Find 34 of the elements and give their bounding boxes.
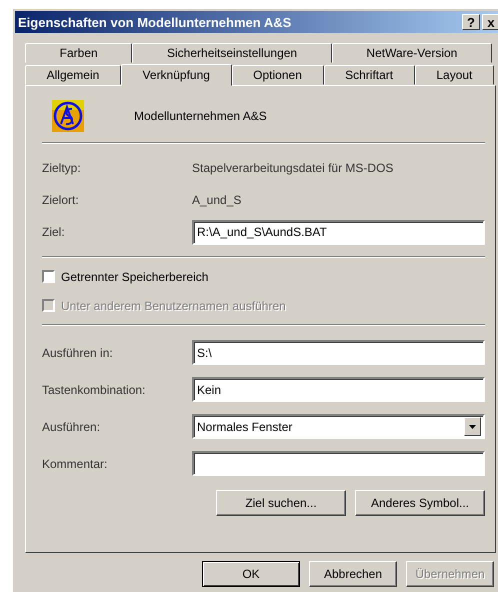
- target-label: Ziel:: [42, 225, 66, 239]
- field-label: Ausführen:: [42, 420, 102, 434]
- tab[interactable]: Verknüpfung: [120, 64, 232, 86]
- field-label: Kommentar:: [42, 456, 108, 470]
- action-button[interactable]: Ziel suchen...: [216, 490, 346, 516]
- tab[interactable]: Layout: [414, 65, 494, 85]
- input-field[interactable]: S:\: [192, 340, 485, 365]
- dialog-button[interactable]: OK: [202, 561, 300, 587]
- info-label: Zieltyp:: [42, 161, 82, 175]
- action-button[interactable]: Anderes Symbol...: [355, 490, 485, 516]
- checkbox-label: Unter anderem Benutzernamen ausführen: [61, 298, 286, 312]
- close-button[interactable]: x: [482, 14, 498, 30]
- tab[interactable]: Sicherheitseinstellungen: [132, 43, 332, 63]
- tab[interactable]: Schriftart: [324, 65, 415, 85]
- tab[interactable]: Farben: [25, 43, 132, 63]
- field-label: Ausführen in:: [42, 346, 114, 360]
- input-field[interactable]: Kein: [192, 377, 485, 402]
- dialog-button[interactable]: Abbrechen: [309, 561, 397, 587]
- info-label: Zielort:: [42, 193, 80, 207]
- window-dropdown[interactable]: Normales Fenster: [192, 414, 485, 439]
- checkbox-label: Getrennter Speicherbereich: [61, 270, 208, 284]
- info-value: Stapelverarbeitungsdatei für MS-DOS: [192, 161, 394, 175]
- tab[interactable]: NetWare-Version: [332, 43, 492, 63]
- field-label: Tastenkombination:: [42, 382, 146, 396]
- tab[interactable]: Allgemein: [25, 65, 121, 85]
- input-field[interactable]: [192, 451, 485, 476]
- tab[interactable]: Optionen: [232, 65, 324, 85]
- checkbox[interactable]: [42, 270, 55, 283]
- info-value: A_und_S: [192, 193, 242, 207]
- window-title: Eigenschaften von Modellunternehmen A&S: [18, 14, 292, 30]
- logo-icon: [52, 100, 84, 132]
- shortcut-name: Modellunternehmen A&S: [134, 109, 267, 123]
- help-button[interactable]: ?: [462, 14, 480, 30]
- target-field[interactable]: R:\A_und_S\AundS.BAT: [192, 220, 485, 244]
